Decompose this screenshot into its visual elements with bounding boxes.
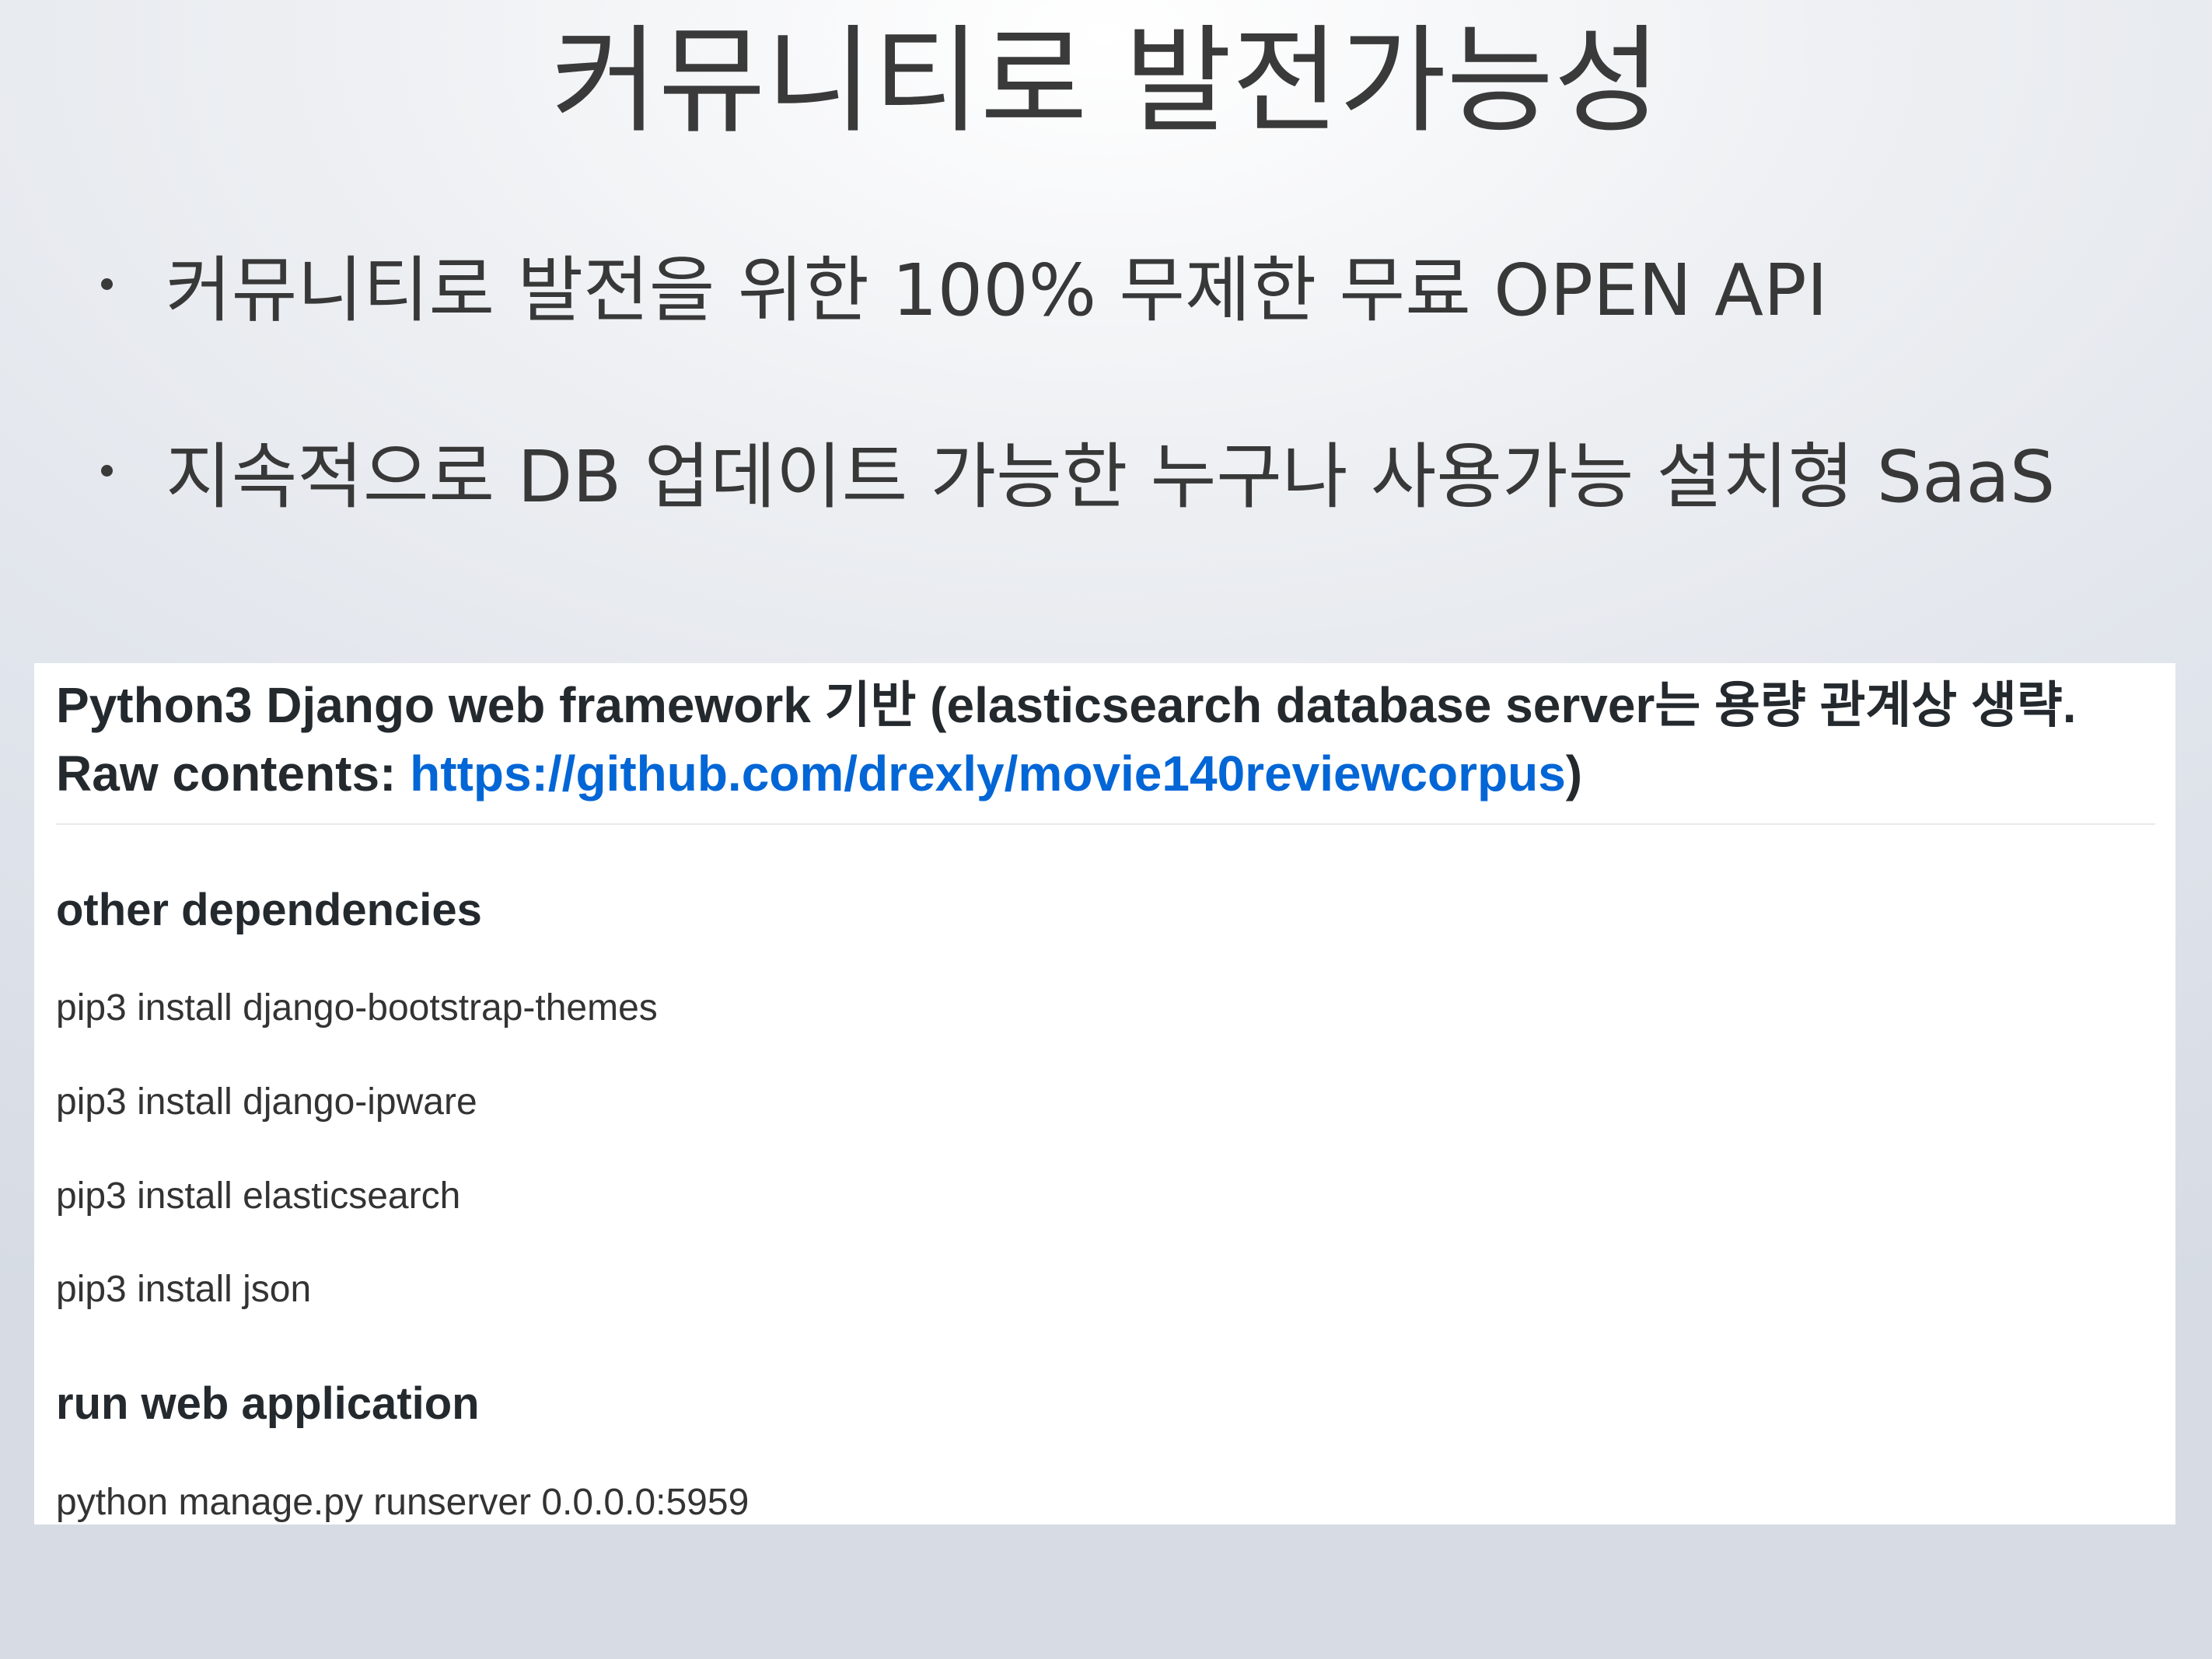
run-command: python manage.py runserver 0.0.0.0:5959 — [56, 1482, 750, 1523]
dependency-command: pip3 install django-bootstrap-themes — [56, 987, 658, 1029]
bullet-text: 지속적으로 DB 업데이트 가능한 누구나 사용가능 설치형 SaaS — [166, 435, 2056, 519]
bullet-dot-icon — [101, 464, 113, 477]
bullet-item: 커뮤니티로 발전을 위한 100% 무제한 무료 OPEN API — [101, 233, 2200, 334]
dependency-command: pip3 install elasticsearch — [56, 1175, 461, 1217]
bullet-item: 지속적으로 DB 업데이트 가능한 누구나 사용가능 설치형 SaaS — [101, 420, 2200, 521]
readme-intro-suffix: ) — [1565, 746, 1583, 802]
slide-title: 커뮤니티로 발전가능성 — [550, 14, 1662, 149]
readme-intro-heading: Python3 Django web framework 기반 (elastic… — [56, 663, 2155, 825]
raw-contents-link[interactable]: https://github.com/drexly/movie140review… — [410, 746, 1566, 802]
dependency-command: pip3 install django-ipware — [56, 1081, 477, 1123]
dependency-command: pip3 install json — [56, 1269, 312, 1310]
bullet-text: 커뮤니티로 발전을 위한 100% 무제한 무료 OPEN API — [166, 248, 1828, 332]
run-heading: run web application — [56, 1378, 480, 1429]
dependencies-heading: other dependencies — [56, 885, 482, 935]
readme-screenshot: Python3 Django web framework 기반 (elastic… — [34, 663, 2175, 1525]
bullet-dot-icon — [101, 278, 113, 290]
